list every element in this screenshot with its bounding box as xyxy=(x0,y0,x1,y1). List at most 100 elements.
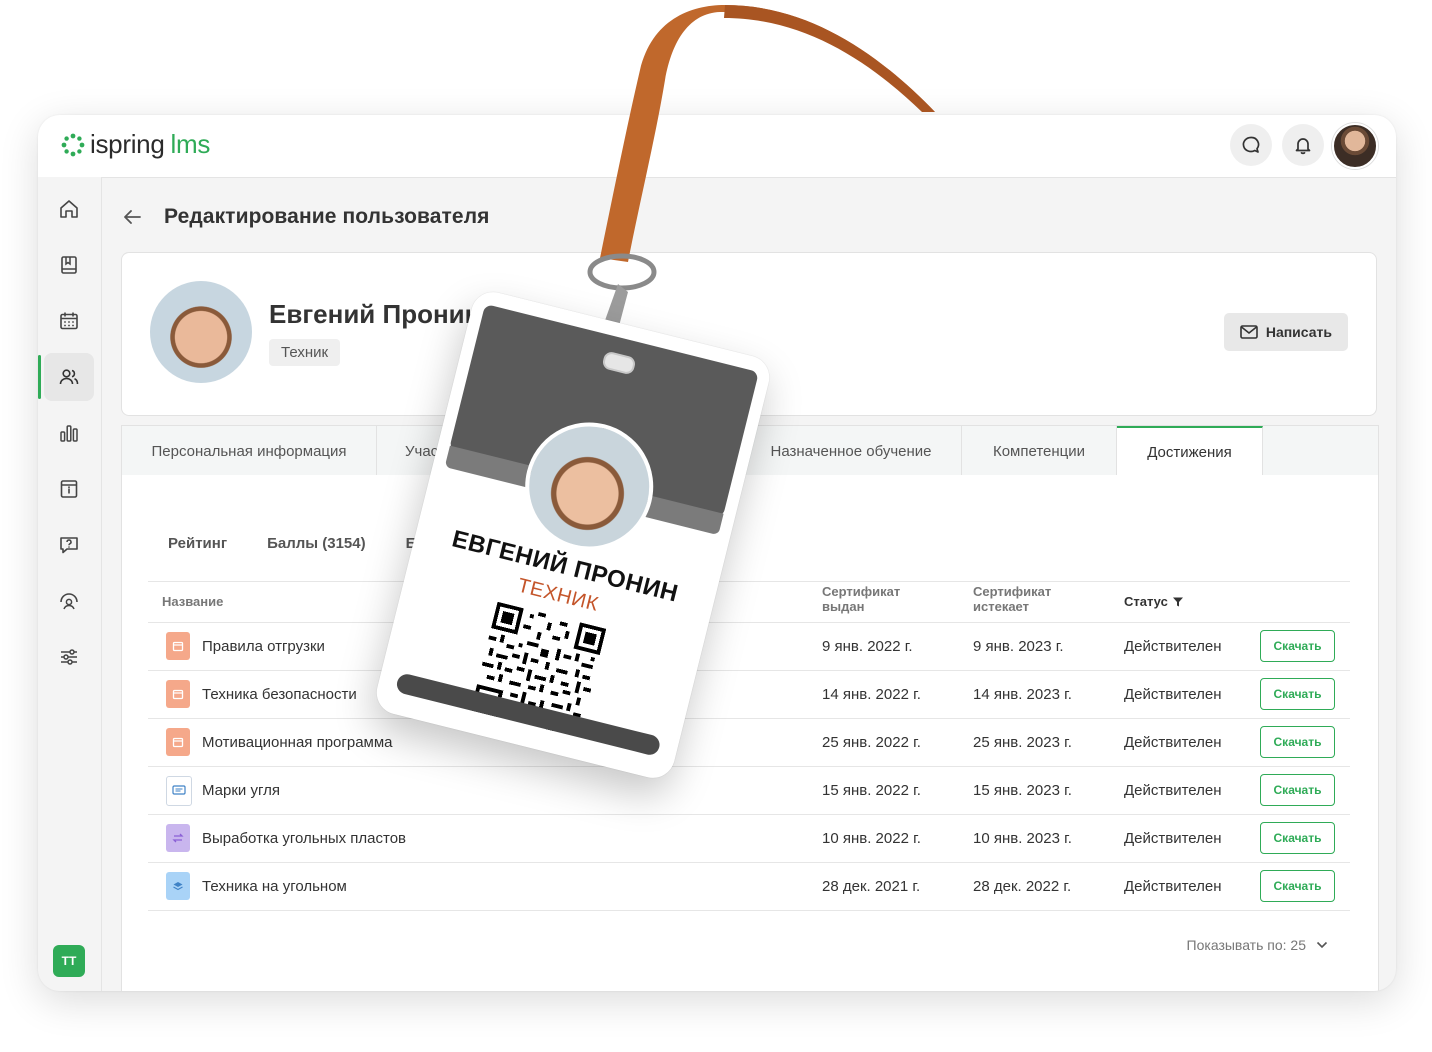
support-icon xyxy=(60,593,78,610)
achievement-subtabs: Рейтинг Баллы (3154) Бе xyxy=(168,535,425,552)
back-arrow-icon[interactable] xyxy=(122,209,142,225)
sliders-icon xyxy=(61,649,77,665)
column-header-issued[interactable]: Сертификат выдан xyxy=(822,584,900,614)
page-size-label: Показывать по: 25 xyxy=(1186,937,1306,953)
download-button[interactable]: Скачать xyxy=(1260,822,1335,854)
row-name: Правила отгрузки xyxy=(202,637,325,655)
row-issued: 14 янв. 2022 г. xyxy=(822,685,921,703)
column-header-issued-line1: Сертификат xyxy=(822,584,901,599)
row-name: Выработка угольных пластов xyxy=(202,829,407,847)
table-row[interactable]: Марки угля 15 янв. 2022 г. 15 янв. 2023 … xyxy=(148,766,1350,815)
user-initials-chip[interactable]: ТТ xyxy=(53,945,85,977)
write-message-button[interactable]: Написать xyxy=(1223,313,1348,351)
chevron-down-icon xyxy=(1316,941,1328,949)
row-expires: 10 янв. 2023 г. xyxy=(973,829,1072,847)
table-row[interactable]: Техника на угольном 28 дек. 2021 г. 28 д… xyxy=(148,862,1350,911)
row-expires: 15 янв. 2023 г. xyxy=(973,781,1072,799)
column-header-expires[interactable]: Сертификат истекает xyxy=(973,584,1051,614)
column-header-expires-line1: Сертификат xyxy=(973,584,1052,599)
logo-suffix: lms xyxy=(170,129,211,159)
sidebar-item-settings[interactable] xyxy=(44,633,94,681)
swap-doc-icon xyxy=(166,824,190,852)
table-header: Название Сертификат выдан Сертификат ист… xyxy=(148,581,1350,623)
row-status: Действителен xyxy=(1124,685,1222,703)
bar-chart-icon xyxy=(60,425,78,442)
row-name: Техника безопасности xyxy=(202,685,357,703)
profile-role-badge: Техник xyxy=(269,339,341,366)
filter-icon[interactable] xyxy=(1172,596,1184,608)
sidebar: ТТ xyxy=(38,177,102,991)
table-row[interactable]: Мотивационная программа 25 янв. 2022 г. … xyxy=(148,718,1350,767)
sidebar-item-courses[interactable] xyxy=(44,241,94,289)
sidebar-item-home[interactable] xyxy=(44,185,94,233)
table-row[interactable]: Техника безопасности 14 янв. 2022 г. 14 … xyxy=(148,670,1350,719)
row-name: Мотивационная программа xyxy=(202,733,393,751)
tab-achievements[interactable]: Достижения xyxy=(1117,426,1263,476)
row-status: Действителен xyxy=(1124,733,1222,751)
row-issued: 9 янв. 2022 г. xyxy=(822,637,913,655)
column-header-name[interactable]: Название xyxy=(162,594,223,609)
achievements-panel: Рейтинг Баллы (3154) Бе Название Сертифи… xyxy=(121,475,1379,991)
row-expires: 28 дек. 2022 г. xyxy=(973,877,1072,895)
row-issued: 10 янв. 2022 г. xyxy=(822,829,921,847)
sidebar-item-support[interactable] xyxy=(44,577,94,625)
column-header-status[interactable]: Статус xyxy=(1124,594,1184,609)
subtab-rating[interactable]: Рейтинг xyxy=(168,535,227,552)
calendar-doc-icon xyxy=(166,680,190,708)
logo-mark-icon xyxy=(61,133,85,156)
sidebar-item-calendar[interactable] xyxy=(44,297,94,345)
table-row[interactable]: Правила отгрузки 9 янв. 2022 г. 9 янв. 2… xyxy=(148,622,1350,671)
download-button[interactable]: Скачать xyxy=(1260,774,1335,806)
layers-doc-icon xyxy=(166,872,190,900)
table-row[interactable]: Выработка угольных пластов 10 янв. 2022 … xyxy=(148,814,1350,863)
info-box-icon xyxy=(60,480,78,498)
row-issued: 25 янв. 2022 г. xyxy=(822,733,921,751)
page-title: Редактирование пользователя xyxy=(164,205,490,228)
profile-avatar xyxy=(150,281,252,383)
chat-icon xyxy=(1242,136,1260,153)
row-expires: 14 янв. 2023 г. xyxy=(973,685,1072,703)
row-issued: 15 янв. 2022 г. xyxy=(822,781,921,799)
subtab-points[interactable]: Баллы (3154) xyxy=(267,535,366,552)
row-status: Действителен xyxy=(1124,877,1222,895)
download-button[interactable]: Скачать xyxy=(1260,726,1335,758)
tab-personal-info[interactable]: Персональная информация xyxy=(122,426,377,476)
download-button[interactable]: Скачать xyxy=(1260,630,1335,662)
chat-doc-icon xyxy=(166,776,192,806)
page-size-selector[interactable]: Показывать по: 25 xyxy=(1187,937,1328,953)
row-expires: 9 янв. 2023 г. xyxy=(973,637,1064,655)
question-icon xyxy=(60,537,78,554)
bell-icon xyxy=(1295,138,1311,155)
sidebar-item-reports[interactable] xyxy=(44,409,94,457)
home-icon xyxy=(60,200,78,218)
column-header-status-label: Статус xyxy=(1124,594,1168,609)
row-name: Техника на угольном xyxy=(202,877,347,895)
sidebar-item-questions[interactable] xyxy=(44,521,94,569)
calendar-doc-icon xyxy=(166,632,190,660)
download-button[interactable]: Скачать xyxy=(1260,678,1335,710)
top-bar: ispring lms xyxy=(38,115,1396,178)
row-status: Действителен xyxy=(1124,781,1222,799)
row-name: Марки угля xyxy=(202,781,280,799)
sidebar-item-info[interactable] xyxy=(44,465,94,513)
current-user-avatar[interactable] xyxy=(1332,123,1378,169)
book-icon xyxy=(61,256,77,274)
tab-competencies[interactable]: Компетенции xyxy=(962,426,1117,476)
row-expires: 25 янв. 2023 г. xyxy=(973,733,1072,751)
column-header-issued-line2: выдан xyxy=(822,599,865,614)
logo[interactable]: ispring lms xyxy=(60,129,210,160)
calendar-doc-icon xyxy=(166,728,190,756)
profile-name: Евгений Пронин xyxy=(269,299,481,329)
sidebar-item-users[interactable] xyxy=(38,353,94,401)
tab-assigned-training[interactable]: Назначенное обучение xyxy=(741,426,962,476)
download-button[interactable]: Скачать xyxy=(1260,870,1335,902)
notifications-button[interactable] xyxy=(1282,124,1324,166)
row-issued: 28 дек. 2021 г. xyxy=(822,877,921,895)
logo-text: ispring xyxy=(90,129,165,159)
row-status: Действителен xyxy=(1124,829,1222,847)
calendar-icon xyxy=(60,312,78,330)
column-header-expires-line2: истекает xyxy=(973,599,1029,614)
users-icon xyxy=(59,369,79,385)
row-status: Действителен xyxy=(1124,637,1222,655)
chat-button[interactable] xyxy=(1230,124,1272,166)
